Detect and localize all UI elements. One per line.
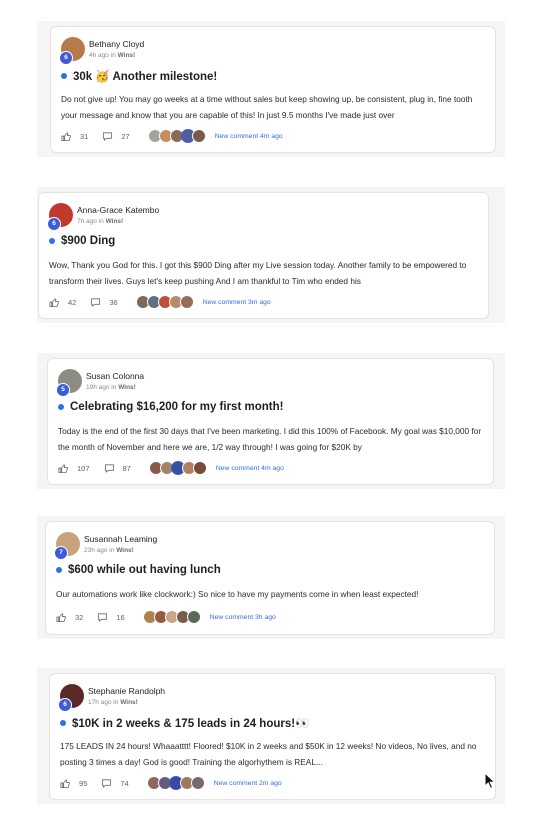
unread-dot: [60, 720, 66, 726]
comment-icon[interactable]: [102, 131, 113, 142]
like-count: 31: [80, 131, 89, 141]
post-card[interactable]: 5 Susan Colonna 19h ago in Wins! Celebra…: [47, 358, 494, 485]
author-avatar[interactable]: 5: [56, 369, 82, 397]
post-title[interactable]: $600 while out having lunch: [56, 564, 221, 576]
comment-count: 36: [109, 297, 118, 307]
like-count: 32: [75, 612, 84, 622]
post-footer: 42 36 New comment 3m ago: [49, 295, 271, 309]
author-avatar[interactable]: 6: [47, 203, 73, 231]
comment-icon[interactable]: [97, 612, 108, 623]
post-title[interactable]: Celebrating $16,200 for my first month!: [58, 401, 283, 413]
comment-icon[interactable]: [101, 778, 112, 789]
post-title-text[interactable]: Celebrating $16,200 for my first month!: [70, 401, 283, 413]
post-time: 7h ago in: [77, 218, 104, 225]
new-comment-link[interactable]: New comment 4m ago: [216, 465, 284, 472]
author-avatar[interactable]: 7: [54, 532, 80, 560]
level-badge: 6: [58, 698, 72, 712]
new-comment-link[interactable]: New comment 3h ago: [210, 614, 276, 621]
comment-icon[interactable]: [90, 297, 101, 308]
comment-count: 16: [116, 612, 125, 622]
mouse-cursor-icon: [484, 772, 496, 790]
post-meta: 23h ago in Wins!: [84, 547, 134, 554]
author-name[interactable]: Anna-Grace Katembo: [77, 205, 159, 215]
new-comment-link[interactable]: New comment 2m ago: [214, 780, 282, 787]
category-link[interactable]: Wins!: [106, 218, 124, 225]
category-link[interactable]: Wins!: [118, 384, 136, 391]
category-link[interactable]: Wins!: [118, 52, 136, 59]
author-name[interactable]: Susannah Leaming: [84, 534, 157, 544]
comment-count: 87: [122, 463, 131, 473]
commenter-avatars[interactable]: [146, 776, 205, 790]
commenter-avatars[interactable]: [148, 461, 207, 475]
post-title[interactable]: $900 Ding: [49, 235, 115, 247]
thumbs-up-icon[interactable]: [56, 612, 67, 623]
post-body[interactable]: Wow, Thank you God for this. I got this …: [49, 257, 478, 289]
category-link[interactable]: Wins!: [116, 547, 134, 554]
new-comment-link[interactable]: New comment 3m ago: [203, 299, 271, 306]
unread-dot: [56, 567, 62, 573]
commenter-avatar: [191, 129, 206, 143]
post-card[interactable]: 6 Anna-Grace Katembo 7h ago in Wins! $90…: [38, 192, 489, 319]
post-card[interactable]: 7 Susannah Leaming 23h ago in Wins! $600…: [45, 521, 495, 635]
post-card[interactable]: 6 Stephanie Randolph 17h ago in Wins! $1…: [49, 673, 496, 800]
like-count: 107: [77, 463, 90, 473]
post-time: 4h ago in: [89, 52, 116, 59]
comment-count: 74: [120, 778, 129, 788]
post-time: 17h ago in: [88, 699, 119, 706]
comment-count: 27: [121, 131, 130, 141]
like-count: 95: [79, 778, 88, 788]
commenter-avatar: [190, 776, 205, 790]
post-title[interactable]: 30k 🥳 Another milestone!: [61, 69, 217, 83]
post-footer: 32 16 New comment 3h ago: [56, 610, 276, 624]
unread-dot: [61, 73, 67, 79]
post-card[interactable]: 6 Bethany Cloyd 4h ago in Wins! 30k 🥳 An…: [50, 26, 496, 153]
post-title-text[interactable]: 30k 🥳 Another milestone!: [73, 69, 217, 83]
commenter-avatar: [192, 461, 207, 475]
thumbs-up-icon[interactable]: [58, 463, 69, 474]
thumbs-up-icon[interactable]: [60, 778, 71, 789]
level-badge: 6: [47, 217, 61, 231]
post-time: 19h ago in: [86, 384, 117, 391]
like-count: 42: [68, 297, 77, 307]
thumbs-up-icon[interactable]: [49, 297, 60, 308]
post-time: 23h ago in: [84, 547, 115, 554]
author-name[interactable]: Stephanie Randolph: [88, 686, 165, 696]
post-meta: 19h ago in Wins!: [86, 384, 136, 391]
level-badge: 7: [54, 546, 68, 560]
new-comment-link[interactable]: New comment 4m ago: [215, 133, 283, 140]
commenter-avatars[interactable]: [135, 295, 194, 309]
commenter-avatar: [179, 295, 194, 309]
post-title-text[interactable]: $900 Ding: [61, 235, 115, 247]
author-avatar[interactable]: 6: [59, 37, 85, 65]
post-body[interactable]: Today is the end of the first 30 days th…: [58, 423, 483, 455]
unread-dot: [58, 404, 64, 410]
post-meta: 17h ago in Wins!: [88, 699, 138, 706]
post-title[interactable]: $10K in 2 weeks & 175 leads in 24 hours!…: [60, 716, 309, 730]
author-name[interactable]: Susan Colonna: [86, 371, 144, 381]
post-meta: 4h ago in Wins!: [89, 52, 135, 59]
post-footer: 95 74 New comment 2m ago: [60, 776, 282, 790]
author-avatar[interactable]: 6: [58, 684, 84, 712]
level-badge: 5: [56, 383, 70, 397]
post-footer: 31 27 New comment 4m ago: [61, 129, 283, 143]
category-link[interactable]: Wins!: [120, 699, 138, 706]
unread-dot: [49, 238, 55, 244]
post-footer: 107 87 New comment 4m ago: [58, 461, 284, 475]
level-badge: 6: [59, 51, 73, 65]
commenter-avatars[interactable]: [142, 610, 201, 624]
comment-icon[interactable]: [104, 463, 115, 474]
thumbs-up-icon[interactable]: [61, 131, 72, 142]
author-name[interactable]: Bethany Cloyd: [89, 39, 144, 49]
commenter-avatars[interactable]: [147, 129, 206, 143]
commenter-avatar: [186, 610, 201, 624]
post-body[interactable]: Do not give up! You may go weeks at a ti…: [61, 91, 485, 123]
post-meta: 7h ago in Wins!: [77, 218, 123, 225]
post-title-text[interactable]: $10K in 2 weeks & 175 leads in 24 hours!…: [72, 716, 309, 730]
post-body[interactable]: 175 LEADS IN 24 hours! Whaaatttt! Floore…: [60, 738, 485, 770]
post-title-text[interactable]: $600 while out having lunch: [68, 564, 221, 576]
post-body[interactable]: Our automations work like clockwork:) So…: [56, 586, 484, 602]
